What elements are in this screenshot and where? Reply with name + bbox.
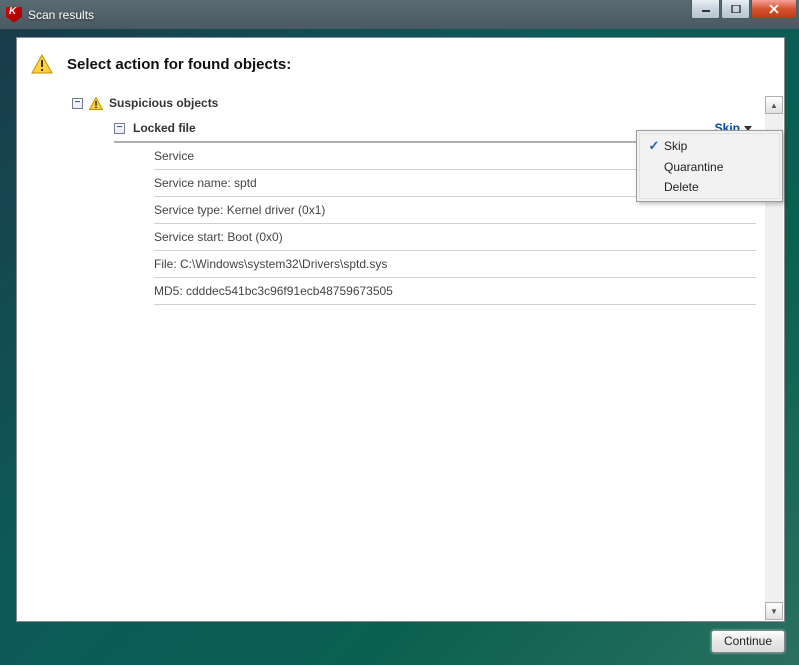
warning-icon	[89, 97, 103, 110]
tree-group-suspicious: − Suspicious objects	[72, 96, 756, 110]
menu-item-label: Skip	[664, 139, 687, 153]
menu-item-quarantine[interactable]: Quarantine	[640, 157, 779, 177]
app-icon	[6, 7, 22, 23]
window-controls	[690, 0, 797, 19]
scroll-down-button[interactable]: ▼	[765, 602, 783, 620]
action-dropdown-menu: ✓ Skip Quarantine Delete	[636, 130, 783, 202]
menu-item-delete[interactable]: Delete	[640, 177, 779, 197]
continue-button[interactable]: Continue	[711, 630, 785, 653]
close-button[interactable]	[751, 0, 797, 19]
warning-icon	[31, 54, 53, 74]
title-bar: Scan results	[0, 0, 799, 29]
window-title: Scan results	[28, 8, 94, 22]
page-heading: Select action for found objects:	[67, 56, 291, 73]
collapse-toggle[interactable]: −	[114, 123, 125, 134]
detail-row: File: C:\Windows\system32\Drivers\sptd.s…	[154, 251, 756, 278]
footer-bar: Continue	[16, 625, 785, 657]
menu-item-label: Delete	[664, 180, 699, 194]
group-label: Suspicious objects	[109, 96, 218, 110]
maximize-button[interactable]	[721, 0, 750, 19]
detail-row: MD5: cdddec541bc3c96f91ecb48759673505	[154, 278, 756, 305]
check-icon: ✓	[644, 138, 664, 154]
menu-item-skip[interactable]: ✓ Skip	[640, 135, 779, 157]
main-panel: Select action for found objects: − Suspi…	[16, 37, 785, 622]
menu-item-label: Quarantine	[664, 160, 723, 174]
minimize-button[interactable]	[691, 0, 720, 19]
detail-row: Service start: Boot (0x0)	[154, 224, 756, 251]
scroll-up-button[interactable]: ▲	[765, 96, 783, 114]
heading-row: Select action for found objects:	[17, 38, 784, 84]
item-label: Locked file	[133, 121, 196, 135]
collapse-toggle[interactable]: −	[72, 98, 83, 109]
